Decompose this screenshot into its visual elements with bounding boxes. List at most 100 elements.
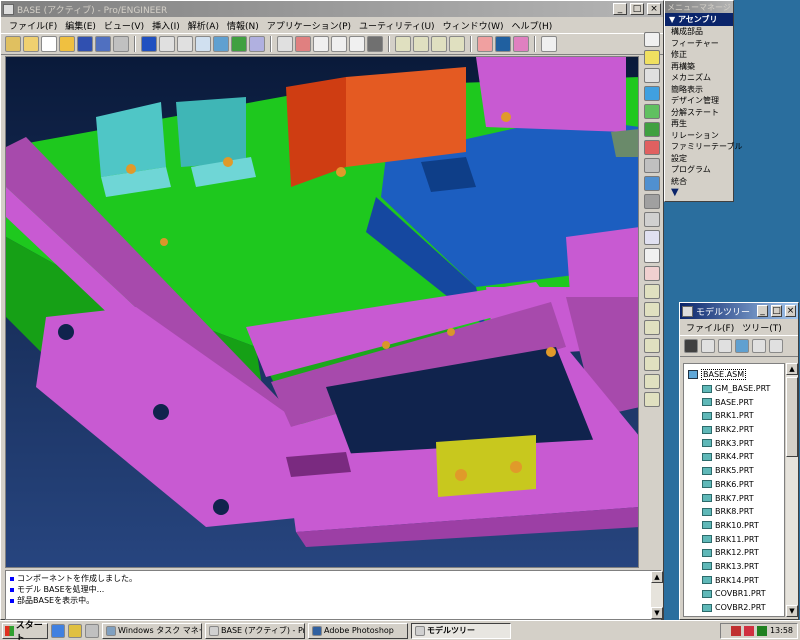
shading-icon[interactable]	[367, 36, 383, 52]
tree-close-button[interactable]: ×	[785, 305, 796, 317]
pen-icon[interactable]	[730, 625, 741, 636]
menu-item-explode-state[interactable]: 分解ステート	[665, 107, 733, 119]
csys-display-icon[interactable]	[449, 36, 465, 52]
scroll-up-button[interactable]: ▲	[651, 571, 663, 583]
tree-minimize-button[interactable]: _	[757, 305, 768, 317]
color-icon[interactable]	[513, 36, 529, 52]
menu-item-integrate[interactable]: 統合	[665, 176, 733, 188]
menu-edit[interactable]: 編集(E)	[61, 19, 100, 32]
menu-utilities[interactable]: ユーティリティ(U)	[355, 19, 439, 32]
zoom-fit-icon[interactable]	[195, 36, 211, 52]
scroll-down-button[interactable]: ▼	[786, 605, 798, 617]
save-as-icon[interactable]	[95, 36, 111, 52]
tree-item[interactable]: BRK7.PRT	[684, 491, 784, 505]
zoom-in-icon[interactable]	[159, 36, 175, 52]
plane-display-icon[interactable]	[395, 36, 411, 52]
close-button[interactable]: ×	[647, 3, 661, 15]
mirror-icon[interactable]	[644, 158, 660, 173]
tree-maximize-button[interactable]: □	[771, 305, 782, 317]
explode-icon[interactable]	[644, 140, 660, 155]
tree-item[interactable]: BRK12.PRT	[684, 546, 784, 560]
menu-item-feature[interactable]: フィーチャー	[665, 38, 733, 50]
tree-menu-tree[interactable]: ツリー(T)	[738, 321, 786, 334]
saved-views-icon[interactable]	[231, 36, 247, 52]
menu-item-family-table[interactable]: ファミリーテーブル	[665, 141, 743, 153]
ie-icon[interactable]	[51, 623, 65, 638]
menu-item-components[interactable]: 構成部品	[665, 26, 733, 38]
tree-root-item[interactable]: BASE.ASM	[684, 368, 784, 382]
menu-assembly-header[interactable]: ▼ アセンブリ	[665, 13, 733, 26]
point-icon[interactable]	[644, 338, 660, 353]
curve-icon[interactable]	[644, 320, 660, 335]
scroll-down-button[interactable]: ▼	[651, 607, 663, 619]
check-icon[interactable]	[644, 248, 660, 263]
minimize-button[interactable]: _	[613, 3, 627, 15]
window-icon[interactable]	[644, 230, 660, 245]
tree-scrollbar[interactable]: ▲ ▼	[786, 363, 798, 617]
clock[interactable]: 13:58	[770, 626, 793, 635]
tree-item[interactable]: BRK8.PRT	[684, 505, 784, 519]
tree-item[interactable]: BASE.PRT	[684, 395, 784, 409]
orient-icon[interactable]	[213, 36, 229, 52]
ime-icon[interactable]	[743, 625, 754, 636]
scroll-thumb[interactable]	[786, 377, 798, 457]
palette-icon[interactable]	[5, 36, 21, 52]
tree-collapse-icon[interactable]	[752, 339, 766, 353]
main-title-bar[interactable]: BASE (アクティブ) - Pro/ENGINEER _ □ ×	[1, 1, 663, 17]
menu-analysis[interactable]: 解析(A)	[184, 19, 223, 32]
task-button-photoshop[interactable]: Adobe Photoshop	[308, 622, 408, 639]
context-help-icon[interactable]	[541, 36, 557, 52]
menu-view[interactable]: ビュー(V)	[100, 19, 148, 32]
model-display-icon[interactable]	[495, 36, 511, 52]
find-icon[interactable]	[684, 339, 698, 353]
menu-insert[interactable]: 挿入(I)	[148, 19, 184, 32]
measure-icon[interactable]	[644, 194, 660, 209]
task-button-model-tree[interactable]: モデルツリー	[411, 622, 511, 639]
pattern-icon[interactable]	[644, 122, 660, 137]
menu-item-relations[interactable]: リレーション	[665, 130, 733, 142]
tree-item[interactable]: BRK14.PRT	[684, 573, 784, 587]
offset-point-icon[interactable]	[644, 356, 660, 371]
repaint-icon[interactable]	[141, 36, 157, 52]
smile-icon[interactable]	[644, 50, 660, 65]
section-icon[interactable]	[644, 212, 660, 227]
menu-item-reconstruct[interactable]: 再構築	[665, 61, 733, 73]
tree-item[interactable]: BRK11.PRT	[684, 532, 784, 546]
print-icon[interactable]	[113, 36, 129, 52]
open-folder-icon[interactable]	[59, 36, 75, 52]
csys-icon[interactable]	[644, 374, 660, 389]
new-file-icon[interactable]	[41, 36, 57, 52]
datum-planes-icon[interactable]	[277, 36, 293, 52]
tree-menu-file[interactable]: ファイル(F)	[682, 321, 738, 334]
menu-item-design-mgmt[interactable]: デザイン管理	[665, 95, 733, 107]
tree-item[interactable]: COVBR2.PRT	[684, 601, 784, 615]
delete-icon[interactable]	[644, 266, 660, 281]
menu-item-settings[interactable]: 設定	[665, 153, 733, 165]
tree-item[interactable]: BRK10.PRT	[684, 519, 784, 533]
save-icon[interactable]	[77, 36, 93, 52]
task-button-proe[interactable]: BASE (アクティブ) - Pro/E...	[205, 622, 305, 639]
outlook-icon[interactable]	[68, 623, 82, 638]
graphics-viewport[interactable]	[5, 56, 639, 568]
menu-window[interactable]: ウィンドウ(W)	[439, 19, 508, 32]
menu-item-modify[interactable]: 修正	[665, 49, 733, 61]
task-button-task-manager[interactable]: Windows タスク マネージャ	[102, 622, 202, 639]
maximize-button[interactable]: □	[630, 3, 644, 15]
tree-item[interactable]: BRK5.PRT	[684, 464, 784, 478]
desktop-icon[interactable]	[85, 623, 99, 638]
create-component-icon[interactable]	[644, 104, 660, 119]
tree-item[interactable]: COVBR1.PRT	[684, 587, 784, 601]
menu-more-down-arrow-icon[interactable]: ▼	[665, 187, 733, 199]
tree-filter-icon[interactable]	[701, 339, 715, 353]
menu-manager-title-bar[interactable]: メニューマネージャ	[665, 1, 733, 13]
sketch-icon[interactable]	[644, 32, 660, 47]
new-palette-icon[interactable]	[23, 36, 39, 52]
tree-expand-icon[interactable]	[735, 339, 749, 353]
axis-display-icon[interactable]	[413, 36, 429, 52]
message-scrollbar[interactable]: ▲ ▼	[651, 571, 663, 619]
tree-item[interactable]: BRK3.PRT	[684, 436, 784, 450]
tree-item[interactable]: BRK4.PRT	[684, 450, 784, 464]
tree-columns-icon[interactable]	[718, 339, 732, 353]
menu-item-regenerate[interactable]: 再生	[665, 118, 733, 130]
start-button[interactable]: スタート	[2, 621, 48, 640]
